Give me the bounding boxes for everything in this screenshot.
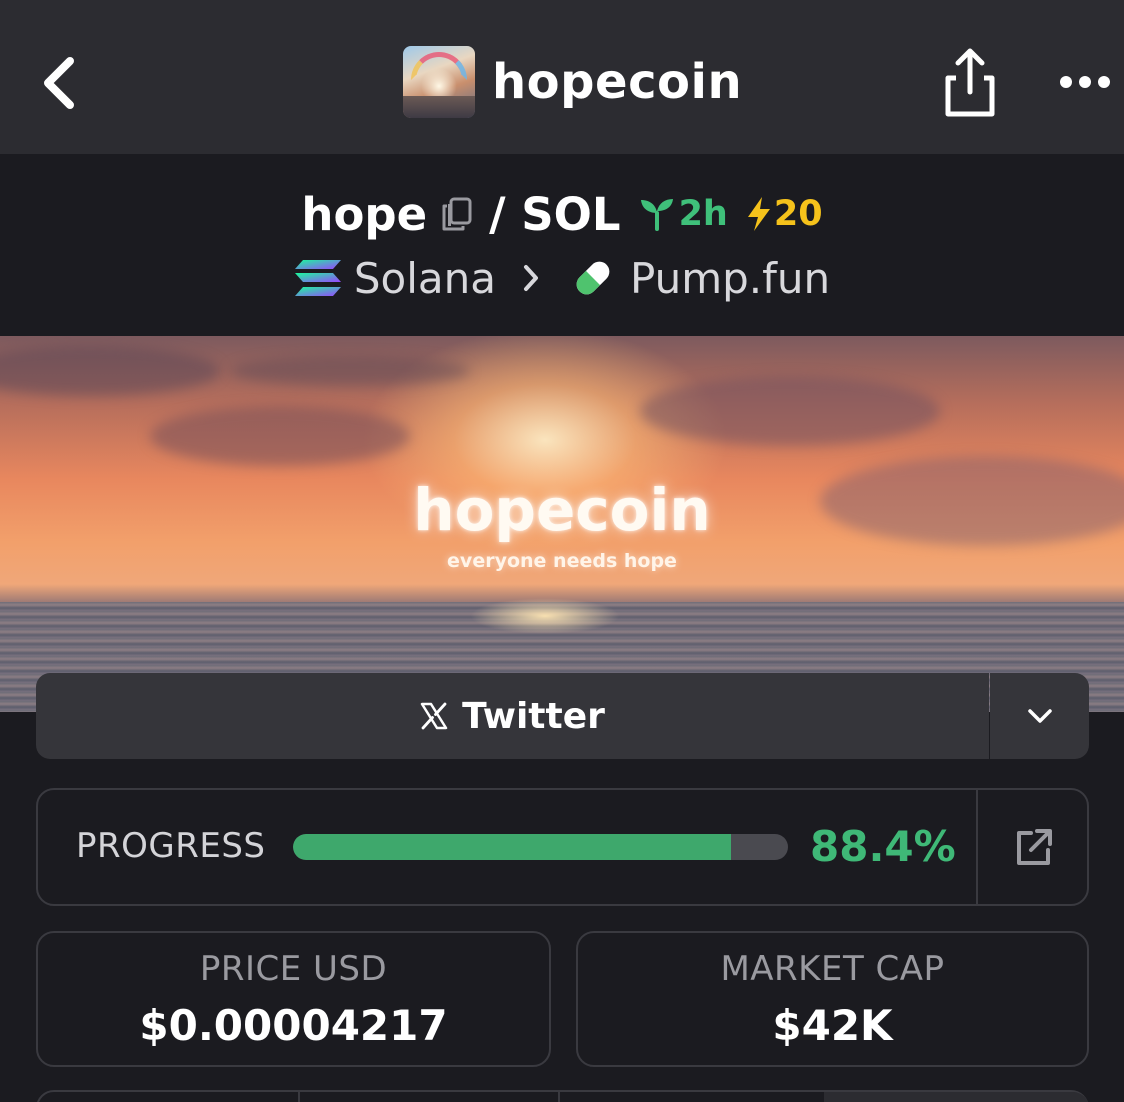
token-avatar bbox=[403, 46, 475, 118]
token-title-group: hopecoin bbox=[403, 46, 742, 118]
banner-tagline: everyone needs hope bbox=[447, 550, 677, 572]
breadcrumb: Solana Pump.fun bbox=[0, 250, 1124, 306]
share-icon bbox=[945, 48, 995, 117]
boosts-count: 20 bbox=[773, 194, 823, 234]
back-button[interactable] bbox=[30, 48, 90, 118]
banner-title: hopecoin bbox=[413, 476, 711, 544]
next-row-tab[interactable] bbox=[824, 1092, 1089, 1102]
more-options-button[interactable] bbox=[1054, 64, 1116, 100]
x-logo-icon bbox=[420, 702, 448, 730]
pair-age: 2h bbox=[639, 194, 728, 234]
more-horizontal-icon bbox=[1060, 76, 1110, 88]
sprout-icon bbox=[640, 199, 673, 231]
solana-logo-icon bbox=[294, 260, 341, 296]
twitter-button[interactable]: Twitter bbox=[36, 673, 989, 759]
boosts[interactable]: 20 bbox=[746, 194, 823, 234]
page-title: hopecoin bbox=[492, 54, 743, 110]
copy-address-button[interactable] bbox=[439, 194, 475, 234]
progress-bar-fill bbox=[293, 834, 731, 860]
token-banner-image: hopecoin everyone needs hope bbox=[0, 336, 1124, 712]
pair-header: hope / SOL 2h 20 Solana Pump.fun bbox=[0, 154, 1124, 336]
chevron-left-icon bbox=[44, 57, 74, 109]
token-symbol: hope bbox=[301, 187, 428, 241]
stat-value: $0.00004217 bbox=[139, 1001, 448, 1050]
stat-value: $42K bbox=[772, 1001, 893, 1050]
pair-age-text: 2h bbox=[678, 194, 728, 234]
quote-token: / SOL bbox=[489, 187, 621, 241]
twitter-label: Twitter bbox=[462, 695, 605, 737]
price-usd-card: PRICE USD $0.00004217 bbox=[36, 931, 551, 1067]
progress-bar bbox=[293, 834, 788, 860]
stat-label: MARKET CAP bbox=[720, 949, 945, 989]
progress-value: 88.4% bbox=[810, 822, 956, 871]
open-external-button[interactable] bbox=[978, 790, 1089, 904]
external-link-icon bbox=[1016, 829, 1052, 865]
top-navbar: hopecoin bbox=[0, 0, 1124, 154]
market-cap-card: MARKET CAP $42K bbox=[576, 931, 1089, 1067]
next-stats-row bbox=[36, 1090, 1089, 1102]
copy-icon bbox=[442, 197, 472, 231]
pill-icon bbox=[576, 261, 610, 295]
pair-line: hope / SOL 2h 20 bbox=[0, 184, 1124, 244]
chevron-right-icon bbox=[522, 263, 540, 293]
share-button[interactable] bbox=[940, 44, 1000, 120]
socials-dropdown-button[interactable] bbox=[990, 673, 1089, 759]
chain-link[interactable]: Solana bbox=[354, 254, 496, 303]
bonding-progress-card: PROGRESS 88.4% bbox=[36, 788, 1089, 906]
lightning-icon bbox=[747, 197, 770, 231]
progress-label: PROGRESS bbox=[76, 826, 266, 866]
chevron-down-icon bbox=[1027, 709, 1052, 723]
stat-label: PRICE USD bbox=[199, 949, 388, 989]
dex-link[interactable]: Pump.fun bbox=[630, 254, 830, 303]
